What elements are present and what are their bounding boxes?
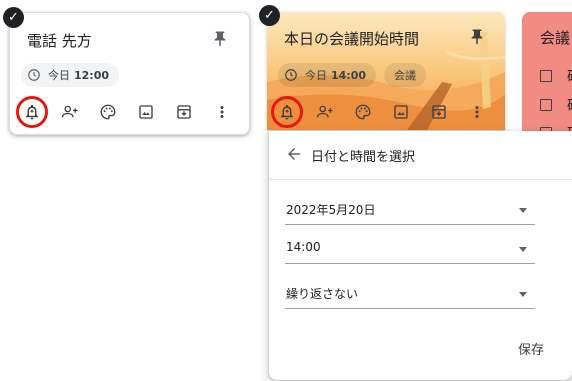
checklist-item-text: 確 [567, 66, 572, 86]
pin-icon[interactable] [211, 28, 229, 50]
collaborator-icon [316, 105, 333, 118]
time-select[interactable]: 14:00 [285, 236, 535, 264]
more-vert-icon [220, 106, 224, 118]
note-title: 本日の会議開始時間 [284, 30, 420, 48]
image-icon [139, 105, 153, 119]
reminder-button[interactable] [13, 93, 51, 131]
popup-header: 日付と時間を選択 [269, 131, 572, 180]
more-vert-icon [475, 106, 479, 118]
note-toolbar [13, 93, 241, 131]
dropdown-caret-icon [519, 292, 527, 297]
repeat-select[interactable]: 繰り返さない [285, 281, 535, 309]
collaborator-button[interactable] [51, 93, 89, 131]
clock-icon [28, 69, 40, 81]
back-arrow-icon[interactable] [285, 145, 303, 163]
date-select[interactable]: 2022年5月20日 [285, 197, 535, 225]
more-button[interactable] [203, 93, 241, 131]
selected-check-icon[interactable]: ✓ [3, 7, 24, 28]
more-button[interactable] [458, 93, 496, 131]
add-image-button[interactable] [382, 93, 420, 131]
dropdown-caret-icon [519, 208, 527, 213]
reminder-date: 今日 [305, 69, 327, 82]
add-image-button[interactable] [127, 93, 165, 131]
archive-icon [177, 105, 191, 119]
archive-button[interactable] [165, 93, 203, 131]
date-value: 2022年5月20日 [286, 203, 376, 217]
highlight-ring [271, 96, 303, 128]
collaborator-icon [61, 105, 78, 118]
repeat-value: 繰り返さない [286, 287, 359, 301]
note-title: 電話 先方 [27, 32, 92, 50]
highlight-ring [16, 96, 48, 128]
checkbox[interactable] [540, 99, 552, 111]
reminder-time: 12:00 [74, 68, 110, 82]
checkbox[interactable] [540, 70, 552, 82]
selected-check-icon[interactable]: ✓ [259, 5, 280, 26]
reminder-time: 14:00 [331, 68, 367, 82]
save-button[interactable]: 保存 [501, 333, 561, 363]
reminder-button[interactable] [268, 93, 306, 131]
archive-icon [432, 105, 446, 119]
reminder-chip[interactable]: 今日 12:00 [21, 63, 120, 87]
checklist-item-text: 確 [567, 95, 572, 115]
palette-icon [355, 104, 371, 120]
clock-icon [285, 69, 297, 81]
note-title: 会議 [540, 29, 571, 47]
note-toolbar [268, 93, 496, 131]
note-label-chip[interactable]: 会議 [384, 63, 426, 87]
dropdown-caret-icon [519, 247, 527, 252]
background-options-button[interactable] [344, 93, 382, 131]
collaborator-button[interactable] [306, 93, 344, 131]
background-options-button[interactable] [89, 93, 127, 131]
reminder-date: 今日 [48, 69, 70, 82]
pin-icon[interactable] [468, 26, 486, 48]
datetime-picker-popup: 日付と時間を選択 2022年5月20日 14:00 繰り返さない 保存 [269, 131, 572, 380]
palette-icon [100, 104, 116, 120]
time-value: 14:00 [286, 240, 321, 254]
reminder-chip[interactable]: 今日 14:00 [278, 63, 377, 87]
archive-button[interactable] [420, 93, 458, 131]
popup-title: 日付と時間を選択 [311, 150, 416, 165]
image-icon [394, 105, 408, 119]
